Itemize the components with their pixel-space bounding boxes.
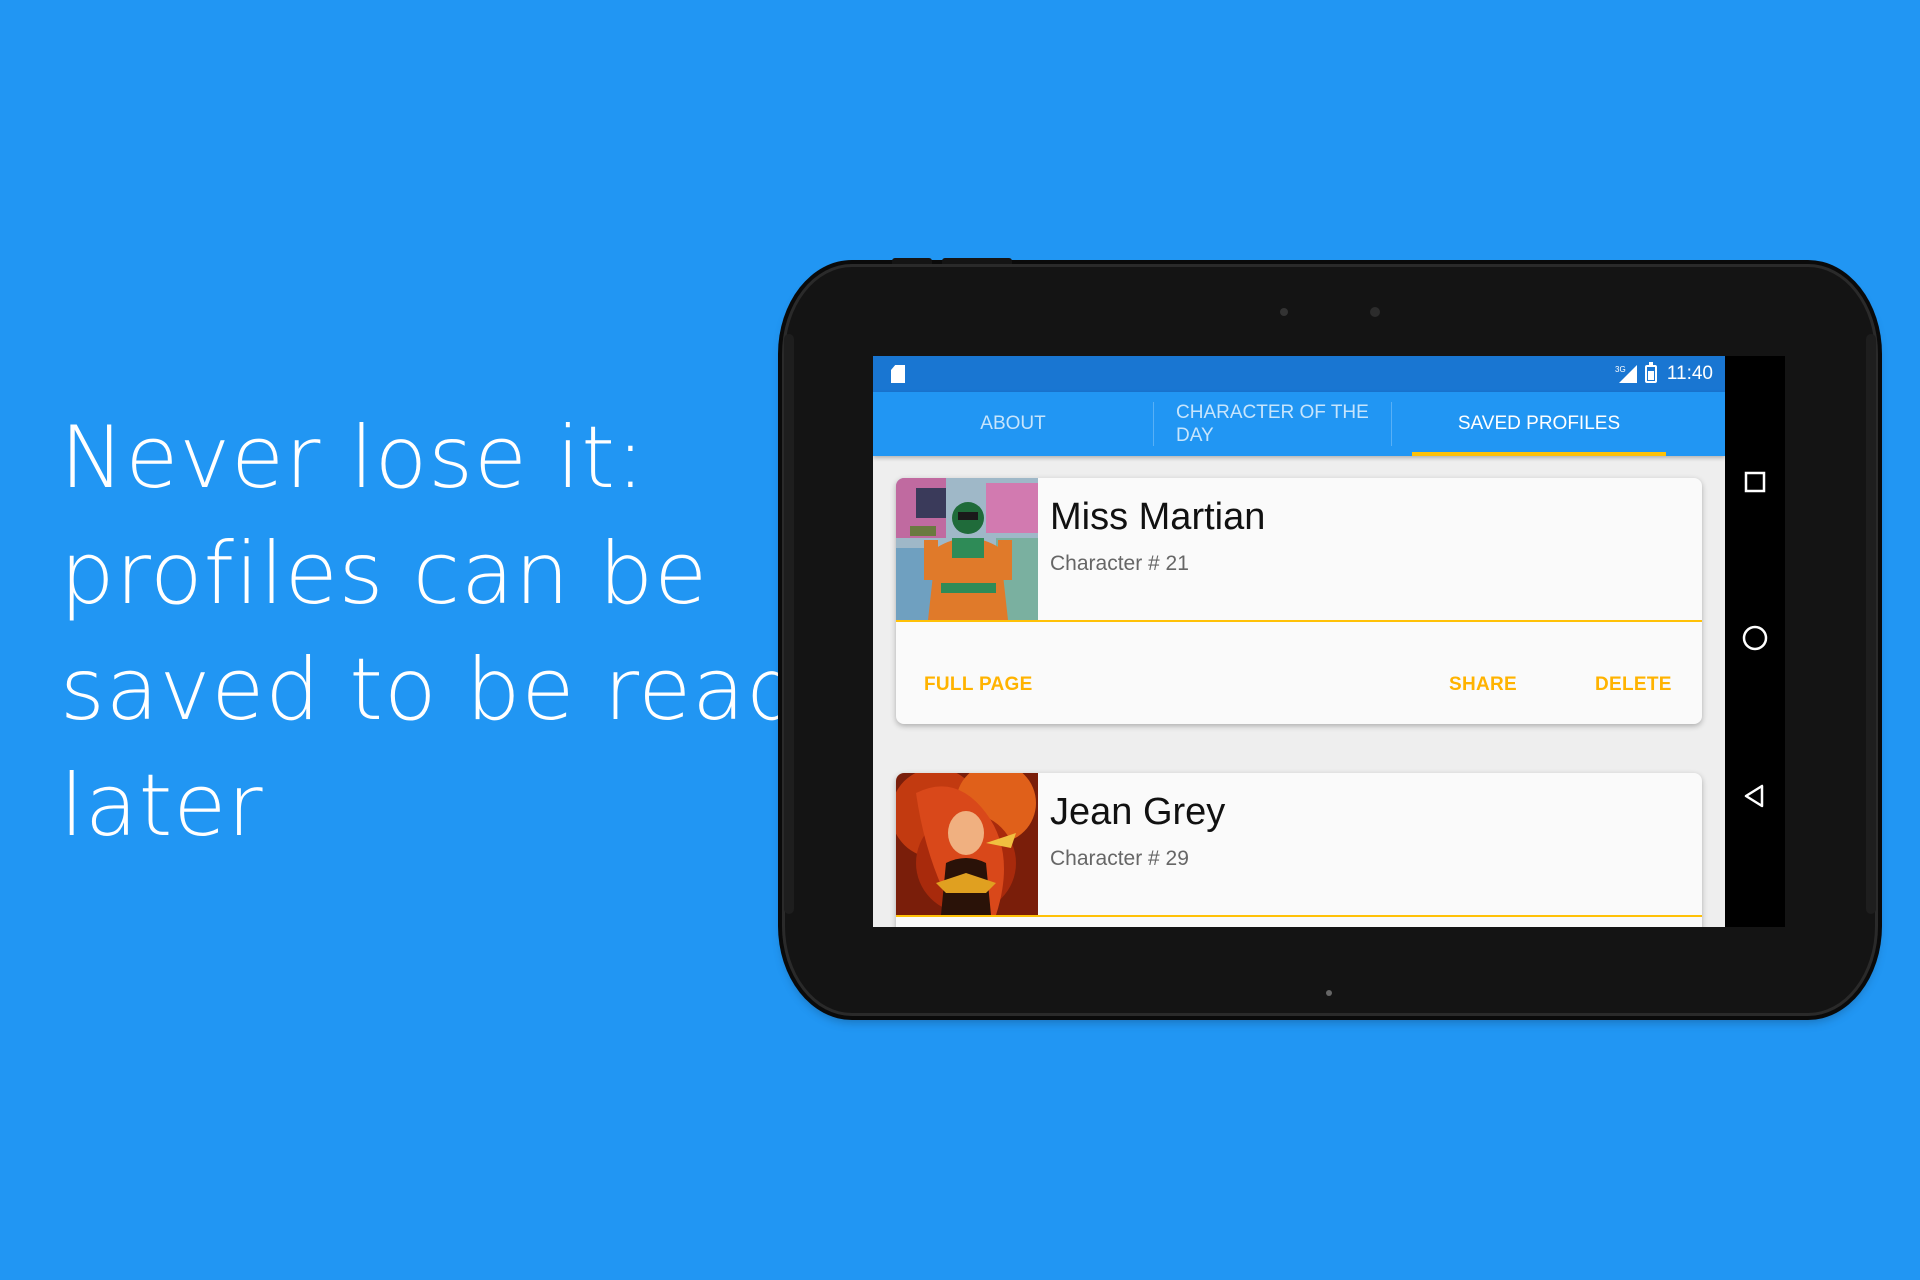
- app-screen: 3G 11:40 ABOUT CHARACTER OF THE DAY SAVE…: [873, 356, 1725, 927]
- battery-icon: [1644, 362, 1657, 383]
- signal-icon: 3G: [1615, 365, 1637, 383]
- character-name: Miss Martian: [1050, 496, 1266, 538]
- status-bar: 3G 11:40: [873, 356, 1725, 392]
- indicator-light: [1326, 990, 1332, 996]
- promo-stage: Never lose it: profiles can be saved to …: [0, 0, 1920, 1280]
- tablet-edge-right: [1866, 334, 1876, 914]
- character-number: Character # 21: [1050, 552, 1189, 575]
- sd-card-icon: [891, 365, 905, 383]
- headline-line-2: profiles can be: [60, 524, 709, 624]
- tab-character-of-the-day[interactable]: CHARACTER OF THE DAY: [1176, 392, 1376, 456]
- full-page-button[interactable]: FULL PAGE: [924, 674, 1033, 696]
- power-button: [892, 258, 932, 264]
- status-time: 11:40: [1666, 363, 1713, 384]
- delete-button[interactable]: DELETE: [1595, 674, 1672, 696]
- tab-saved-profiles[interactable]: SAVED PROFILES: [1412, 392, 1666, 456]
- tab-about[interactable]: ABOUT: [873, 392, 1153, 456]
- network-type: 3G: [1615, 365, 1626, 374]
- card-divider: [896, 915, 1702, 917]
- character-name: Jean Grey: [1050, 791, 1226, 833]
- home-icon[interactable]: [1741, 624, 1769, 652]
- character-number: Character # 29: [1050, 847, 1189, 870]
- volume-button: [942, 258, 1012, 264]
- promo-headline: Never lose it: profiles can be saved to …: [60, 400, 802, 864]
- camera-icon: [1370, 307, 1380, 317]
- share-button[interactable]: SHARE: [1449, 674, 1517, 696]
- card-divider: [896, 620, 1702, 622]
- tablet-edge-left: [784, 334, 794, 914]
- headline-line-1: Never lose it:: [60, 408, 646, 508]
- tab-divider: [1153, 402, 1154, 446]
- recents-icon[interactable]: [1741, 468, 1769, 496]
- tab-bar: ABOUT CHARACTER OF THE DAY SAVED PROFILE…: [873, 392, 1725, 456]
- character-thumbnail[interactable]: [896, 478, 1038, 620]
- profile-card[interactable]: Miss Martian Character # 21 FULL PAGE SH…: [896, 478, 1702, 724]
- status-right: 3G 11:40: [1615, 356, 1713, 392]
- headline-line-3: saved to be read: [60, 640, 802, 740]
- sensor-icon: [1280, 308, 1288, 316]
- character-thumbnail[interactable]: [896, 773, 1038, 915]
- back-icon[interactable]: [1741, 782, 1769, 810]
- navigation-bar: [1725, 356, 1785, 927]
- tab-divider: [1391, 402, 1392, 446]
- saved-profiles-list: Miss Martian Character # 21 FULL PAGE SH…: [873, 456, 1725, 927]
- headline-line-4: later: [60, 756, 264, 856]
- profile-card[interactable]: Jean Grey Character # 29: [896, 773, 1702, 927]
